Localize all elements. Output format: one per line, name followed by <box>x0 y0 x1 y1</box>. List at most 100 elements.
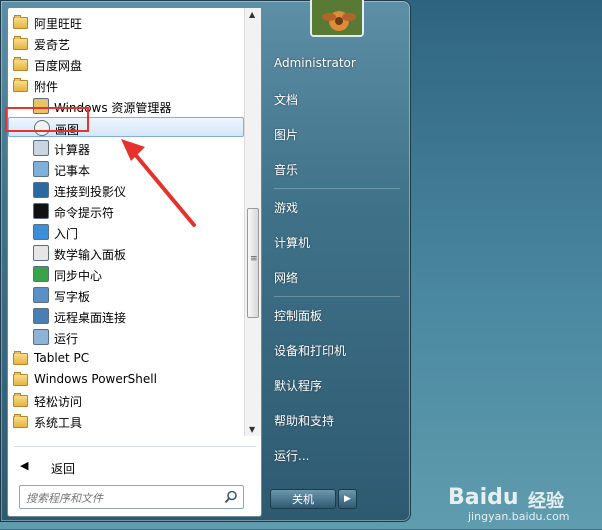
program-item-label: 命令提示符 <box>54 206 115 220</box>
program-item[interactable]: Windows PowerShell <box>8 369 244 389</box>
program-item-label: 远程桌面连接 <box>54 311 127 325</box>
search-icon[interactable] <box>224 490 238 504</box>
scroll-up-icon[interactable]: ▲ <box>249 10 255 19</box>
getting-started-icon <box>33 224 49 240</box>
right-menu-item[interactable]: 图片 <box>274 123 402 145</box>
program-item-label: 同步中心 <box>54 269 103 283</box>
right-menu-item[interactable]: 网络 <box>274 266 402 288</box>
wordpad-icon <box>33 287 49 303</box>
program-item[interactable]: 数学输入面板 <box>8 243 244 263</box>
scroll-down-icon[interactable]: ▼ <box>249 425 255 434</box>
right-menu-item[interactable]: 帮助和支持 <box>274 409 402 431</box>
right-menu-item-label: 音乐 <box>274 163 299 177</box>
program-item[interactable]: 记事本 <box>8 159 244 179</box>
folder-icon <box>13 414 28 428</box>
pane-divider <box>14 446 256 447</box>
baidu-jingyan-watermark: Baidu 经验 jingyan.baidu.com <box>448 485 598 525</box>
program-item-label: 计算器 <box>54 143 91 157</box>
cmd-icon <box>33 203 49 219</box>
program-item-label: 记事本 <box>54 164 91 178</box>
watermark-brand: Baidu <box>448 485 519 510</box>
program-item[interactable]: 写字板 <box>8 285 244 305</box>
program-item[interactable]: 入门 <box>8 222 244 242</box>
program-item[interactable]: 爱奇艺 <box>8 33 244 53</box>
program-item-label: 阿里旺旺 <box>34 17 83 31</box>
program-item[interactable]: 同步中心 <box>8 264 244 284</box>
folder-icon <box>13 393 28 407</box>
scroll-grip-icon: ≡ <box>250 254 258 264</box>
folder-icon <box>13 36 28 50</box>
back-label: 返回 <box>51 462 76 476</box>
program-item-label: 运行 <box>54 332 79 346</box>
right-menu-item[interactable]: 控制面板 <box>274 304 402 326</box>
program-item-label: 附件 <box>34 80 59 94</box>
program-item[interactable]: 轻松访问 <box>8 390 244 410</box>
right-menu-item-label: 运行... <box>274 449 310 463</box>
program-item-label: Tablet PC <box>34 351 90 365</box>
program-item-label: 入门 <box>54 227 79 241</box>
watermark-url: jingyan.baidu.com <box>468 510 570 523</box>
shutdown-options-arrow-icon[interactable]: ▶ <box>338 489 357 509</box>
right-menu-pane: Administrator 文档图片音乐游戏计算机网络控制面板设备和打印机默认程序… <box>264 1 410 523</box>
programs-pane: 阿里旺旺 爱奇艺 百度网盘 附件 Windows 资源管理器 画图 计算器 记事本 连接到投影仪… <box>7 7 262 517</box>
right-menu-item[interactable]: 设备和打印机 <box>274 339 402 361</box>
program-item-label: 爱奇艺 <box>34 38 71 52</box>
right-menu-separator <box>274 296 400 297</box>
folder-icon <box>13 78 28 92</box>
program-item[interactable]: Tablet PC <box>8 348 244 368</box>
back-arrow-icon: ◀ <box>20 459 29 472</box>
notepad-icon <box>33 161 49 177</box>
right-menu-item-label: Administrator <box>274 56 356 70</box>
folder-icon <box>13 372 28 386</box>
user-avatar[interactable] <box>310 0 364 37</box>
right-menu-item[interactable]: 运行... <box>274 444 402 466</box>
calculator-icon <box>33 140 49 156</box>
right-menu-item[interactable]: Administrator <box>274 53 402 75</box>
program-item[interactable]: 命令提示符 <box>8 201 244 221</box>
program-item[interactable]: 系统工具 <box>8 411 244 431</box>
right-menu-separator <box>274 188 400 189</box>
program-list-scrollbar[interactable]: ▲ ≡ ▼ <box>244 8 261 436</box>
program-item[interactable]: 连接到投影仪 <box>8 180 244 200</box>
run-icon <box>33 329 49 345</box>
projector-icon <box>33 182 49 198</box>
right-menu-item-label: 计算机 <box>274 236 311 250</box>
shutdown-button[interactable]: 关机 <box>270 489 336 509</box>
start-menu: 阿里旺旺 爱奇艺 百度网盘 附件 Windows 资源管理器 画图 计算器 记事本 连接到投影仪… <box>0 0 411 522</box>
right-menu-item-label: 文档 <box>274 93 299 107</box>
folder-icon <box>13 351 28 365</box>
program-item[interactable]: 阿里旺旺 <box>8 12 244 32</box>
program-item[interactable]: 计算器 <box>8 138 244 158</box>
folder-icon <box>13 15 28 29</box>
program-item-label: 连接到投影仪 <box>54 185 127 199</box>
scroll-thumb[interactable]: ≡ <box>247 208 259 318</box>
annotation-highlight-box <box>5 107 89 132</box>
right-menu-item[interactable]: 音乐 <box>274 158 402 180</box>
program-item-label: 数学输入面板 <box>54 248 127 262</box>
program-item[interactable]: 远程桌面连接 <box>8 306 244 326</box>
right-menu-item-label: 默认程序 <box>274 379 323 393</box>
program-item[interactable]: 附件 <box>8 75 244 95</box>
math-input-icon <box>33 245 49 261</box>
program-item[interactable]: 百度网盘 <box>8 54 244 74</box>
program-item-label: 百度网盘 <box>34 59 83 73</box>
right-menu-item-label: 游戏 <box>274 201 299 215</box>
sync-icon <box>33 266 49 282</box>
right-menu-item-label: 控制面板 <box>274 309 323 323</box>
folder-icon <box>13 57 28 71</box>
right-menu-item[interactable]: 文档 <box>274 88 402 110</box>
search-input[interactable] <box>24 488 218 508</box>
right-menu-item[interactable]: 游戏 <box>274 196 402 218</box>
program-item-label: 系统工具 <box>34 416 83 430</box>
program-list: 阿里旺旺 爱奇艺 百度网盘 附件 Windows 资源管理器 画图 计算器 记事本 连接到投影仪… <box>8 8 244 436</box>
right-menu-item[interactable]: 默认程序 <box>274 374 402 396</box>
back-button[interactable]: ◀ 返回 <box>8 454 244 478</box>
remote-desktop-icon <box>33 308 49 324</box>
program-item-label: 写字板 <box>54 290 91 304</box>
program-item[interactable]: 运行 <box>8 327 244 347</box>
right-menu-item[interactable]: 计算机 <box>274 231 402 253</box>
search-box[interactable] <box>19 485 244 509</box>
program-item-label: 轻松访问 <box>34 395 83 409</box>
right-menu-item-label: 网络 <box>274 271 299 285</box>
program-item-label: Windows PowerShell <box>34 372 157 386</box>
